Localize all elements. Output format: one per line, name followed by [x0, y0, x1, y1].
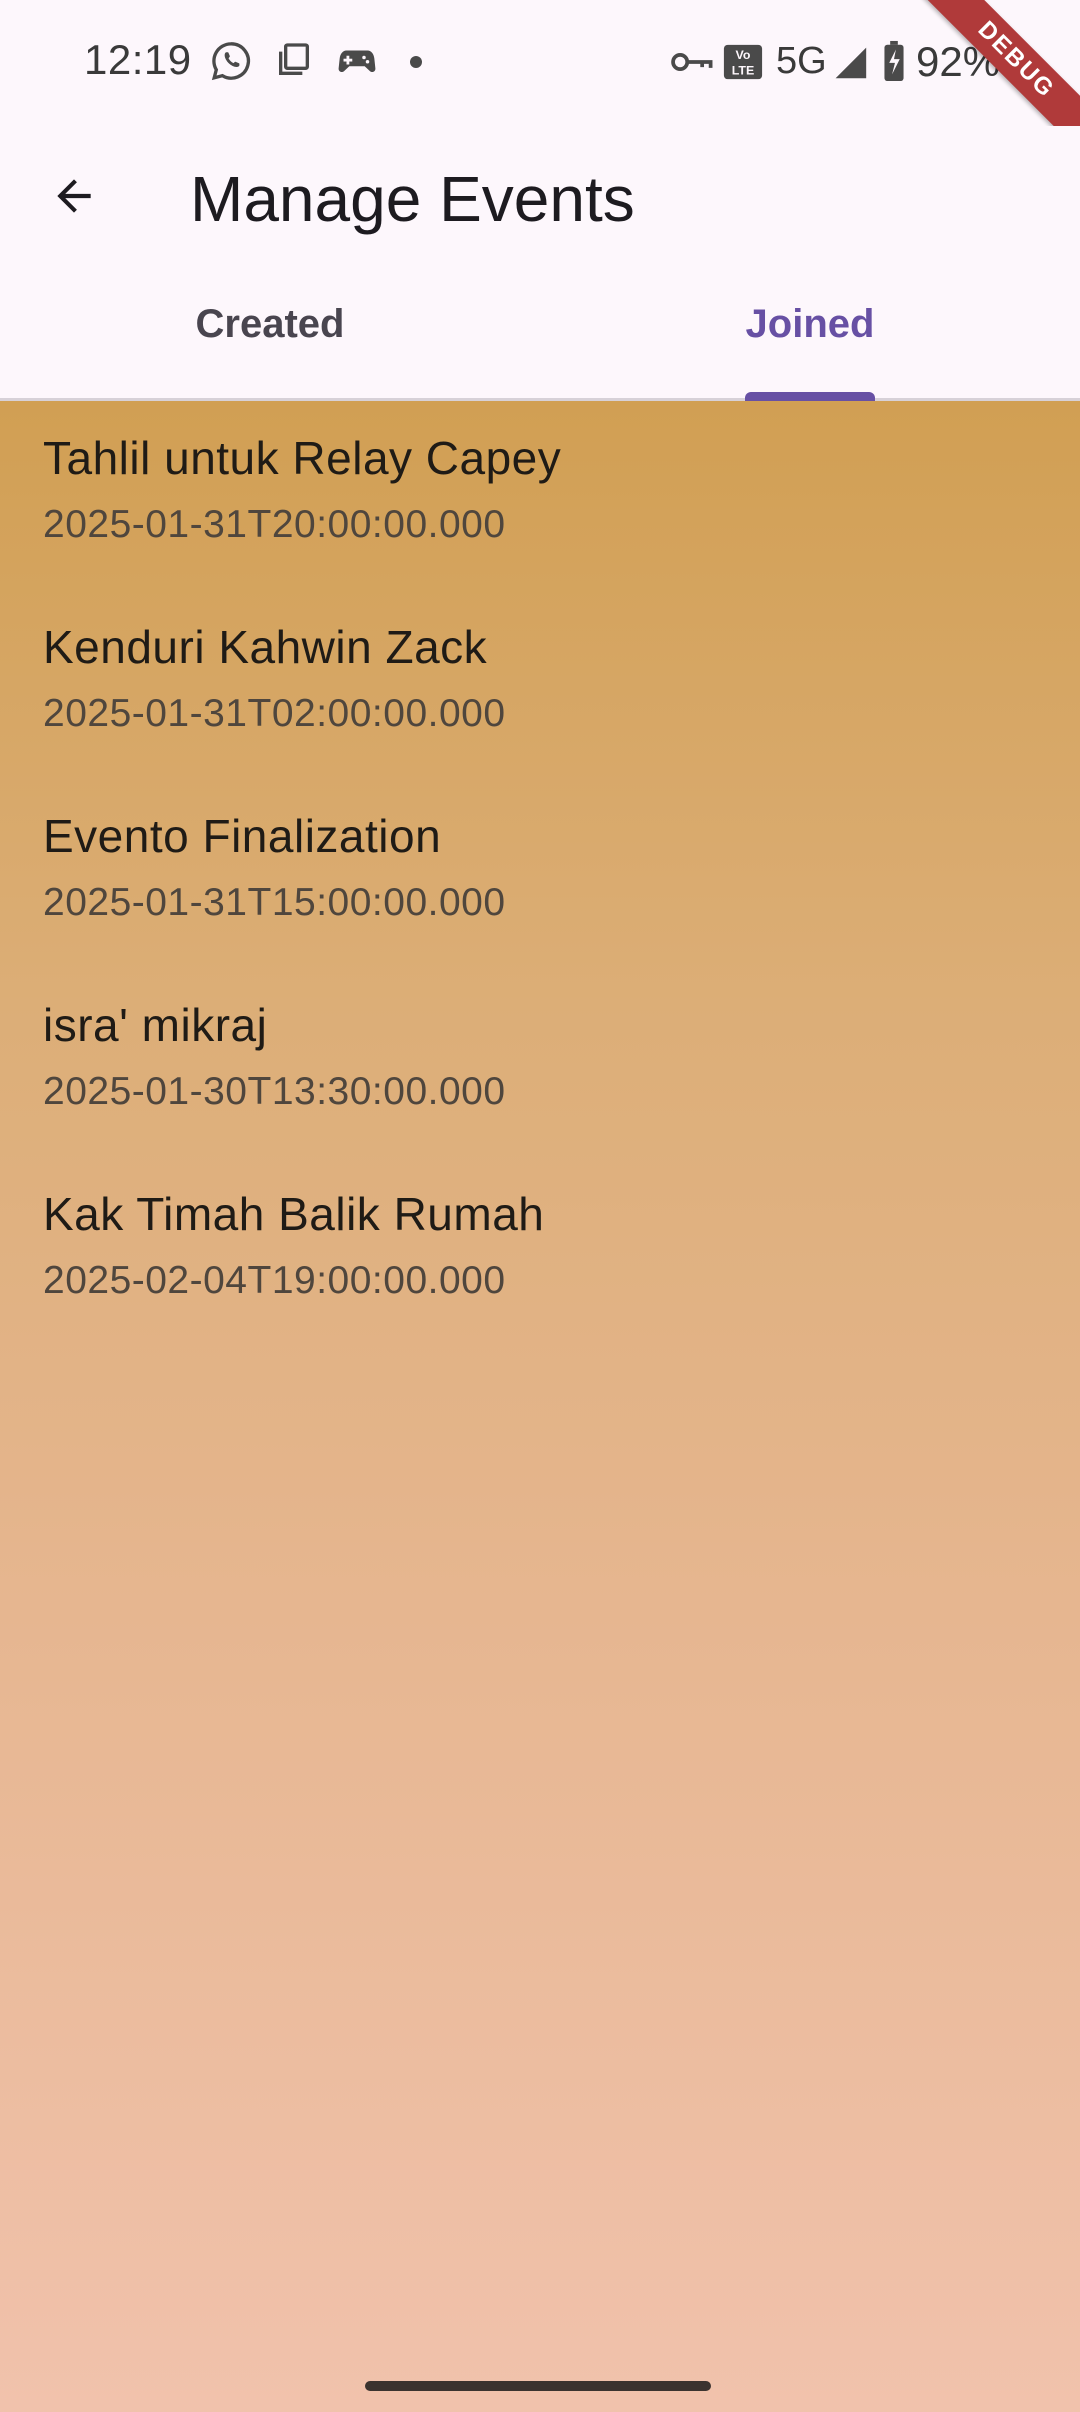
event-title: isra' mikraj	[43, 999, 268, 1051]
home-gesture-bar[interactable]	[365, 2381, 711, 2391]
event-date: 2025-01-30T13:30:00.000	[43, 1070, 506, 1113]
app-bar: Manage Events	[0, 126, 1080, 276]
dot-icon	[410, 56, 422, 68]
network-type: 5G	[776, 40, 827, 82]
arrow-back-icon	[57, 179, 91, 213]
event-list-item[interactable]: Evento Finalization 2025-01-31T15:00:00.…	[0, 779, 1080, 968]
status-time: 12:19	[84, 36, 192, 83]
tab-joined-label: Joined	[745, 301, 875, 346]
selected-tab-indicator	[745, 392, 875, 401]
event-list-item[interactable]: Kak Timah Balik Rumah 2025-02-04T19:00:0…	[0, 1157, 1080, 1346]
battery-charging-icon	[884, 40, 904, 82]
tab-created[interactable]: Created	[0, 276, 540, 398]
game-controller-icon	[338, 50, 376, 73]
tab-created-label: Created	[195, 301, 345, 346]
event-list-item[interactable]: isra' mikraj 2025-01-30T13:30:00.000	[0, 968, 1080, 1157]
event-date: 2025-01-31T15:00:00.000	[43, 881, 506, 924]
copy-icon	[279, 43, 309, 75]
back-button[interactable]	[34, 156, 114, 236]
vpn-key-icon	[671, 53, 713, 71]
battery-percentage: 92%	[916, 38, 1001, 85]
event-title: Evento Finalization	[43, 810, 442, 862]
event-list-item[interactable]: Kenduri Kahwin Zack 2025-01-31T02:00:00.…	[0, 590, 1080, 779]
event-date: 2025-01-31T20:00:00.000	[43, 503, 506, 546]
event-title: Tahlil untuk Relay Capey	[43, 432, 562, 484]
event-list-item[interactable]: Tahlil untuk Relay Capey 2025-01-31T20:0…	[0, 401, 1080, 590]
whatsapp-icon	[211, 42, 251, 81]
event-title: Kak Timah Balik Rumah	[43, 1188, 545, 1240]
status-bar: 12:19 Vo LTE 5G 92%	[0, 0, 1080, 126]
svg-text:LTE: LTE	[732, 63, 754, 77]
event-date: 2025-01-31T02:00:00.000	[43, 692, 506, 735]
volte-icon: Vo LTE	[723, 44, 763, 80]
page-title: Manage Events	[190, 163, 635, 235]
signal-icon	[835, 47, 867, 79]
joined-events-list: Tahlil untuk Relay Capey 2025-01-31T20:0…	[0, 401, 1080, 2412]
tab-joined[interactable]: Joined	[540, 276, 1080, 398]
event-title: Kenduri Kahwin Zack	[43, 621, 488, 673]
event-date: 2025-02-04T19:00:00.000	[43, 1259, 506, 1302]
svg-text:Vo: Vo	[736, 48, 751, 62]
tab-bar: Created Joined	[0, 276, 1080, 401]
